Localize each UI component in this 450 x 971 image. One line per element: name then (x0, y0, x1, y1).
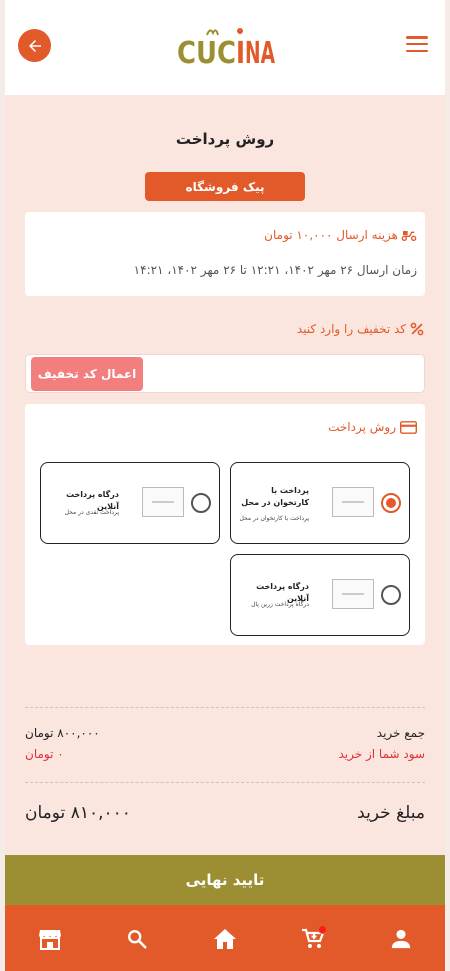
payment-option-card-on-delivery[interactable]: پرداخت با کارتخوان در محل پرداخت با کارت… (230, 462, 410, 544)
nav-search[interactable] (123, 925, 151, 953)
home-icon (214, 929, 236, 949)
search-icon (128, 930, 147, 949)
payment-option-subtitle: پرداخت با کارتخوان در محل (239, 515, 309, 522)
divider (25, 707, 425, 708)
shipping-time: زمان ارسال ۲۶ مهر ۱۴۰۲، ۱۲:۲۱ تا ۲۶ مهر … (133, 263, 417, 277)
discount-label: کد تخفیف را وارد کنید (297, 322, 424, 336)
bottom-nav (5, 905, 445, 971)
radio-unselected[interactable] (191, 493, 211, 513)
cucina-logo: CU C I NA (177, 28, 275, 69)
payment-option-online-gateway[interactable]: درگاه پرداخت آنلاین پرداخت نقدی در محل (40, 462, 220, 544)
app-header: CU C I NA (5, 0, 445, 95)
subtotal-label: جمع خرید (376, 726, 425, 740)
nav-store[interactable] (36, 925, 64, 953)
svg-text:NA: NA (245, 36, 275, 69)
hamburger-icon (406, 36, 428, 39)
payment-thumbnail (332, 579, 374, 609)
svg-text:I: I (236, 36, 245, 69)
payment-option-zarinpal[interactable]: درگاه پرداخت آنلاین درگاه پرداخت زرین پا… (230, 554, 410, 636)
confirm-order-button[interactable]: تایید نهایی (5, 855, 445, 905)
shipping-fee: هزینه ارسال ۱۰,۰۰۰ تومان (264, 228, 417, 242)
radio-unselected[interactable] (381, 585, 401, 605)
payment-title: روش پرداخت (328, 420, 417, 434)
menu-button[interactable] (406, 36, 428, 52)
svg-text:C: C (217, 36, 236, 69)
page-title: روش پرداخت (175, 130, 275, 148)
discount-code-input[interactable] (146, 359, 416, 389)
apply-discount-button[interactable]: اعمال کد تخفیف (31, 357, 143, 391)
total-value: ۸۱۰,۰۰۰ تومان (25, 803, 131, 823)
shipping-card: هزینه ارسال ۱۰,۰۰۰ تومان زمان ارسال ۲۶ م… (25, 212, 425, 296)
payment-methods-card: روش پرداخت پرداخت با کارتخوان در محل پرد… (25, 404, 425, 645)
back-button[interactable] (18, 29, 51, 62)
arrow-left-icon (28, 39, 41, 52)
percent-icon (410, 322, 424, 336)
nav-home[interactable] (211, 925, 239, 953)
user-icon (391, 929, 411, 949)
cart-badge (318, 925, 327, 934)
payment-thumbnail (332, 487, 374, 517)
svg-text:CU: CU (177, 36, 217, 69)
discount-box: اعمال کد تخفیف (25, 354, 425, 393)
total-label: مبلغ خرید (357, 803, 425, 823)
payment-thumbnail (142, 487, 184, 517)
savings-value: ۰ تومان (25, 747, 64, 761)
delivery-method-button[interactable]: پیک فروشگاه (145, 172, 305, 201)
payment-option-subtitle: درگاه پرداخت زرین پال (251, 601, 309, 608)
subtotal-value: ۸۰۰,۰۰۰ تومان (25, 726, 100, 740)
payment-option-subtitle: پرداخت نقدی در محل (64, 509, 119, 516)
radio-selected[interactable] (381, 493, 401, 513)
payment-option-title: پرداخت با کارتخوان در محل (241, 486, 309, 507)
savings-label: سود شما از خرید (338, 747, 426, 761)
nav-cart[interactable] (299, 925, 327, 953)
divider (25, 782, 425, 783)
store-icon (39, 930, 61, 950)
delivery-scooter-icon (401, 231, 417, 241)
credit-card-icon (400, 420, 417, 434)
nav-profile[interactable] (387, 925, 415, 953)
